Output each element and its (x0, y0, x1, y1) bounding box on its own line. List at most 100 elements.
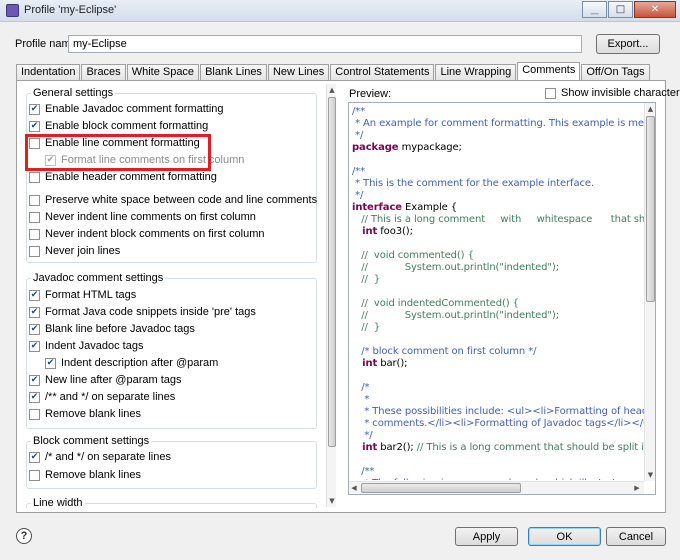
checkbox-box[interactable] (29, 211, 40, 223)
general-option-checkbox[interactable]: Never join lines (29, 245, 120, 257)
tab-control-statements[interactable]: Control Statements (330, 64, 435, 80)
tab-line-wrapping[interactable]: Line Wrapping (435, 64, 517, 80)
preview-code: /** * An example for comment formatting.… (352, 106, 644, 480)
javadoc-option-checkbox[interactable]: Blank line before Javadoc tags (29, 323, 195, 335)
checkbox-box[interactable] (29, 120, 40, 132)
checkbox-box[interactable] (29, 323, 40, 335)
general-option-checkbox[interactable]: Enable Javadoc comment formatting (29, 103, 224, 115)
javadoc-option-checkbox[interactable]: Indent Javadoc tags (29, 340, 143, 352)
code-line: /** (352, 166, 366, 177)
checkbox-box[interactable] (545, 87, 556, 99)
javadoc-settings-title: Javadoc comment settings (31, 272, 166, 284)
javadoc-option-checkbox[interactable]: New line after @param tags (29, 374, 182, 386)
javadoc-option-checkbox[interactable]: Format HTML tags (29, 289, 136, 301)
code-line: * This is the comment for the example in… (352, 178, 595, 189)
checkbox-box[interactable] (29, 451, 40, 463)
code-line: * The following is some sample code whic… (352, 478, 644, 480)
close-icon[interactable]: ✕ (634, 1, 676, 18)
checkbox-box[interactable] (29, 289, 40, 301)
scroll-down-icon[interactable]: ▼ (327, 495, 337, 507)
checkbox-box[interactable] (29, 374, 40, 386)
eclipse-app-icon (6, 4, 19, 17)
checkbox-box[interactable] (29, 469, 40, 481)
code-line: */ (352, 190, 364, 201)
general-option-checkbox[interactable]: Never indent line comments on first colu… (29, 211, 256, 223)
checkbox-box[interactable] (29, 340, 40, 352)
checkbox-box[interactable] (45, 357, 56, 369)
preview-scroll-left-icon[interactable]: ◀ (349, 482, 359, 494)
javadoc-option-checkbox[interactable]: Format Java code snippets inside 'pre' t… (29, 306, 256, 318)
general-option-checkbox[interactable]: Enable block comment formatting (29, 120, 208, 132)
checkbox-label: Remove blank lines (45, 469, 141, 481)
tab-white-space[interactable]: White Space (126, 64, 200, 80)
tab-new-lines[interactable]: New Lines (267, 64, 330, 80)
code-line: package mypackage; (352, 142, 462, 153)
tab-off-on-tags[interactable]: Off/On Tags (581, 64, 650, 80)
general-option-checkbox[interactable]: Never indent block comments on first col… (29, 228, 264, 240)
code-line: */ (352, 430, 373, 441)
checkbox-label: Enable header comment formatting (45, 171, 217, 183)
show-invisible-checkbox[interactable]: Show invisible characters (545, 87, 680, 99)
code-line: // void commented() { (352, 250, 474, 261)
line-width-group: Line width (26, 497, 317, 508)
code-line: interface Example { (352, 202, 458, 213)
block-option-checkbox[interactable]: Remove blank lines (29, 469, 141, 481)
preview-horizontal-scrollbar[interactable]: ◀ ▶ (349, 481, 644, 494)
code-line: // } (352, 322, 381, 333)
preview-vertical-scrollbar[interactable]: ▲ ▼ (644, 103, 655, 481)
preview-vscroll-thumb[interactable] (646, 116, 655, 302)
preview-scroll-up-icon[interactable]: ▲ (645, 103, 655, 115)
code-line: // void indentedCommented() { (352, 298, 519, 309)
export-button[interactable]: Export... (596, 34, 660, 54)
checkbox-label: Blank line before Javadoc tags (45, 323, 195, 335)
apply-button[interactable]: Apply (455, 527, 518, 546)
checkbox-label: Preserve white space between code and li… (45, 194, 318, 206)
cancel-button[interactable]: Cancel (606, 527, 666, 546)
general-option-checkbox[interactable]: Preserve white space between code and li… (29, 194, 317, 206)
window-controls: ▁ □ ✕ (581, 1, 676, 18)
help-icon[interactable]: ? (16, 528, 32, 544)
javadoc-option-checkbox[interactable]: Indent description after @param (45, 357, 218, 369)
maximize-icon[interactable]: □ (608, 1, 633, 18)
code-line: /* block comment on first column */ (352, 346, 537, 357)
preview-scroll-right-icon[interactable]: ▶ (632, 482, 642, 494)
checkbox-box[interactable] (29, 103, 40, 115)
tab-blank-lines[interactable]: Blank Lines (200, 64, 267, 80)
javadoc-option-checkbox[interactable]: Remove blank lines (29, 408, 141, 420)
checkbox-label: Never indent block comments on first col… (45, 228, 265, 240)
settings-vertical-scrollbar[interactable]: ▲ ▼ (326, 84, 336, 507)
checkbox-box[interactable] (29, 306, 40, 318)
settings-scroll-thumb[interactable] (328, 97, 336, 447)
red-highlight-box (25, 134, 211, 171)
javadoc-option-checkbox[interactable]: /** and */ on separate lines (29, 391, 175, 403)
preview-scroll-down-icon[interactable]: ▼ (645, 469, 655, 481)
preview-hscroll-thumb[interactable] (361, 483, 521, 493)
scroll-up-icon[interactable]: ▲ (327, 84, 337, 96)
ok-button[interactable]: OK (528, 527, 601, 546)
checkbox-box[interactable] (29, 194, 40, 206)
code-line: * An example for comment formatting. Thi… (355, 118, 644, 129)
code-line: // This is a long comment with whitespac… (352, 214, 644, 225)
checkbox-label: Format Java code snippets inside 'pre' t… (45, 306, 256, 318)
block-option-checkbox[interactable]: /* and */ on separate lines (29, 451, 171, 463)
tab-comments[interactable]: Comments (517, 62, 581, 81)
profile-name-input[interactable]: my-Eclipse (68, 35, 582, 53)
checkbox-label: Never indent line comments on first colu… (45, 211, 256, 223)
checkbox-box[interactable] (29, 171, 40, 183)
checkbox-box[interactable] (29, 228, 40, 240)
general-option-checkbox[interactable]: Enable header comment formatting (29, 171, 217, 183)
checkbox-box[interactable] (29, 408, 40, 420)
window-title: Profile 'my-Eclipse' (24, 4, 117, 16)
checkbox-box[interactable] (29, 245, 40, 257)
minimize-icon[interactable]: ▁ (582, 1, 607, 18)
code-line: int foo3(); (352, 226, 413, 237)
tab-indentation[interactable]: Indentation (16, 64, 81, 80)
tab-braces[interactable]: Braces (81, 64, 126, 80)
code-line: // System.out.println("indented"); (352, 310, 560, 321)
checkbox-box[interactable] (29, 391, 40, 403)
block-settings-group: Block comment settings (26, 435, 317, 489)
code-line: * comments.</li><li>Formatting of Javado… (352, 418, 644, 429)
